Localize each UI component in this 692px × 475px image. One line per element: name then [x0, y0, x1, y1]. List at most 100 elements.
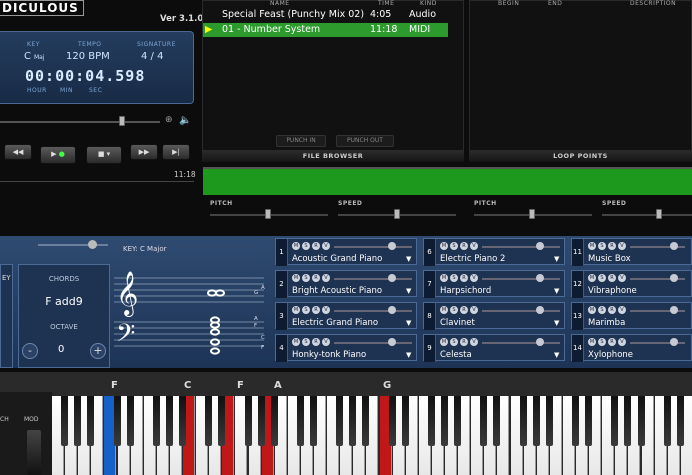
slot-v-button[interactable]: V	[470, 274, 478, 282]
instrument-name[interactable]: Electric Grand Piano	[292, 318, 378, 328]
black-key[interactable]	[388, 396, 396, 446]
black-key[interactable]	[270, 396, 278, 446]
slot-volume-knob[interactable]	[536, 274, 544, 282]
slot-volume-slider[interactable]	[334, 310, 412, 312]
punch-in-button[interactable]: PUNCH IN	[276, 135, 326, 147]
slot-s-button[interactable]: S	[450, 338, 458, 346]
instrument-name[interactable]: Vibraphone	[588, 286, 637, 296]
slot-r-button[interactable]: R	[460, 242, 468, 250]
black-key[interactable]	[676, 396, 684, 446]
instrument-name[interactable]: Electric Piano 2	[440, 254, 505, 264]
slot-v-button[interactable]: V	[322, 242, 330, 250]
black-key[interactable]	[336, 396, 344, 446]
slot-volume-slider[interactable]	[482, 342, 560, 344]
black-key[interactable]	[362, 396, 370, 446]
slot-r-button[interactable]: R	[460, 306, 468, 314]
slot-m-button[interactable]: M	[440, 338, 448, 346]
position-slider[interactable]	[0, 121, 160, 123]
black-key[interactable]	[532, 396, 540, 446]
loop-points-tab[interactable]: LOOP POINTS	[469, 151, 692, 162]
black-key[interactable]	[296, 396, 304, 446]
black-key[interactable]	[611, 396, 619, 446]
dropdown-arrow-icon[interactable]: ▼	[406, 287, 411, 295]
slot-v-button[interactable]: V	[470, 242, 478, 250]
file-browser-tab[interactable]: FILE BROWSER	[202, 151, 464, 162]
slot-r-button[interactable]: R	[312, 274, 320, 282]
slot-volume-slider[interactable]	[482, 246, 560, 248]
slot-m-button[interactable]: M	[588, 338, 596, 346]
rewind-button[interactable]: ◀◀	[4, 144, 32, 160]
speed-slider-2[interactable]	[602, 214, 692, 216]
slot-volume-slider[interactable]	[482, 310, 560, 312]
slot-s-button[interactable]: S	[598, 274, 606, 282]
slot-volume-knob[interactable]	[388, 274, 396, 282]
black-key[interactable]	[441, 396, 448, 446]
slot-volume-knob[interactable]	[536, 306, 544, 314]
instrument-slot[interactable]: 7 M S R V Harpsichord ▼	[423, 270, 565, 298]
piano-keyboard[interactable]: CH MOD F C F A G	[0, 372, 692, 475]
instrument-slot[interactable]: 3 M S R V Electric Grand Piano ▼	[275, 302, 417, 330]
black-key[interactable]	[126, 396, 134, 446]
instrument-slot[interactable]: 8 M S R V Clavinet ▼	[423, 302, 565, 330]
black-key[interactable]	[454, 396, 462, 446]
black-key[interactable]	[427, 396, 435, 446]
black-key[interactable]	[401, 396, 409, 446]
playlist-row-selected[interactable]: ▶ 01 - Number System 11:18 MIDI	[203, 23, 448, 37]
black-key[interactable]	[572, 396, 579, 446]
slot-s-button[interactable]: S	[450, 274, 458, 282]
play-button[interactable]: ▶ ●	[40, 146, 76, 164]
slot-s-button[interactable]: S	[598, 338, 606, 346]
dropdown-arrow-icon[interactable]: ▼	[406, 351, 411, 359]
instrument-name[interactable]: Xylophone	[588, 350, 633, 360]
instrument-name[interactable]: Music Box	[588, 254, 631, 264]
black-key[interactable]	[585, 396, 593, 446]
black-key[interactable]	[545, 396, 553, 446]
slot-v-button[interactable]: V	[618, 242, 626, 250]
slot-volume-knob[interactable]	[670, 274, 678, 282]
slot-m-button[interactable]: M	[588, 242, 596, 250]
slot-m-button[interactable]: M	[292, 242, 300, 250]
instrument-name[interactable]: Honky-tonk Piano	[292, 350, 366, 360]
speed-handle-2[interactable]	[656, 209, 662, 219]
instrument-slot[interactable]: 11 M S R V Music Box	[571, 238, 692, 266]
black-key[interactable]	[113, 396, 121, 446]
slot-volume-knob[interactable]	[388, 338, 396, 346]
slot-s-button[interactable]: S	[302, 338, 310, 346]
slot-m-button[interactable]: M	[440, 306, 448, 314]
black-key[interactable]	[637, 396, 645, 446]
instrument-name[interactable]: Bright Acoustic Piano	[292, 286, 382, 296]
instrument-name[interactable]: Harpsichord	[440, 286, 491, 296]
volume-icon[interactable]: 🔈	[179, 115, 191, 126]
slot-s-button[interactable]: S	[598, 306, 606, 314]
slot-v-button[interactable]: V	[322, 338, 330, 346]
speed-handle-1[interactable]	[394, 209, 400, 219]
octave-minus-button[interactable]: -	[22, 343, 38, 359]
black-key[interactable]	[74, 396, 82, 446]
black-key[interactable]	[165, 396, 173, 446]
black-key[interactable]	[519, 396, 527, 446]
slot-s-button[interactable]: S	[302, 306, 310, 314]
slot-volume-knob[interactable]	[536, 242, 544, 250]
slot-r-button[interactable]: R	[460, 274, 468, 282]
black-key[interactable]	[179, 396, 186, 446]
dropdown-arrow-icon[interactable]: ▼	[406, 255, 411, 263]
volume-slider[interactable]	[38, 244, 108, 246]
instrument-name[interactable]: Clavinet	[440, 318, 475, 328]
fast-forward-button[interactable]: ▶▶	[130, 144, 158, 160]
pitch-handle-1[interactable]	[265, 209, 271, 219]
instrument-name[interactable]: Acoustic Grand Piano	[292, 254, 382, 264]
playlist-row[interactable]: Special Feast (Punchy Mix 02) 4:05 Audio	[203, 8, 448, 22]
pitch-handle-2[interactable]	[529, 209, 535, 219]
slot-s-button[interactable]: S	[302, 242, 310, 250]
dropdown-arrow-icon[interactable]: ▼	[554, 255, 559, 263]
slot-volume-knob[interactable]	[388, 242, 396, 250]
slot-volume-knob[interactable]	[670, 306, 678, 314]
zoom-icon[interactable]: ⊕	[165, 115, 173, 125]
slot-v-button[interactable]: V	[618, 274, 626, 282]
slot-volume-slider[interactable]	[334, 278, 412, 280]
black-key[interactable]	[205, 396, 213, 446]
skip-end-button[interactable]: ▶|	[162, 144, 190, 160]
black-key[interactable]	[480, 396, 488, 446]
instrument-slot[interactable]: 12 M S R V Vibraphone	[571, 270, 692, 298]
slot-v-button[interactable]: V	[470, 338, 478, 346]
